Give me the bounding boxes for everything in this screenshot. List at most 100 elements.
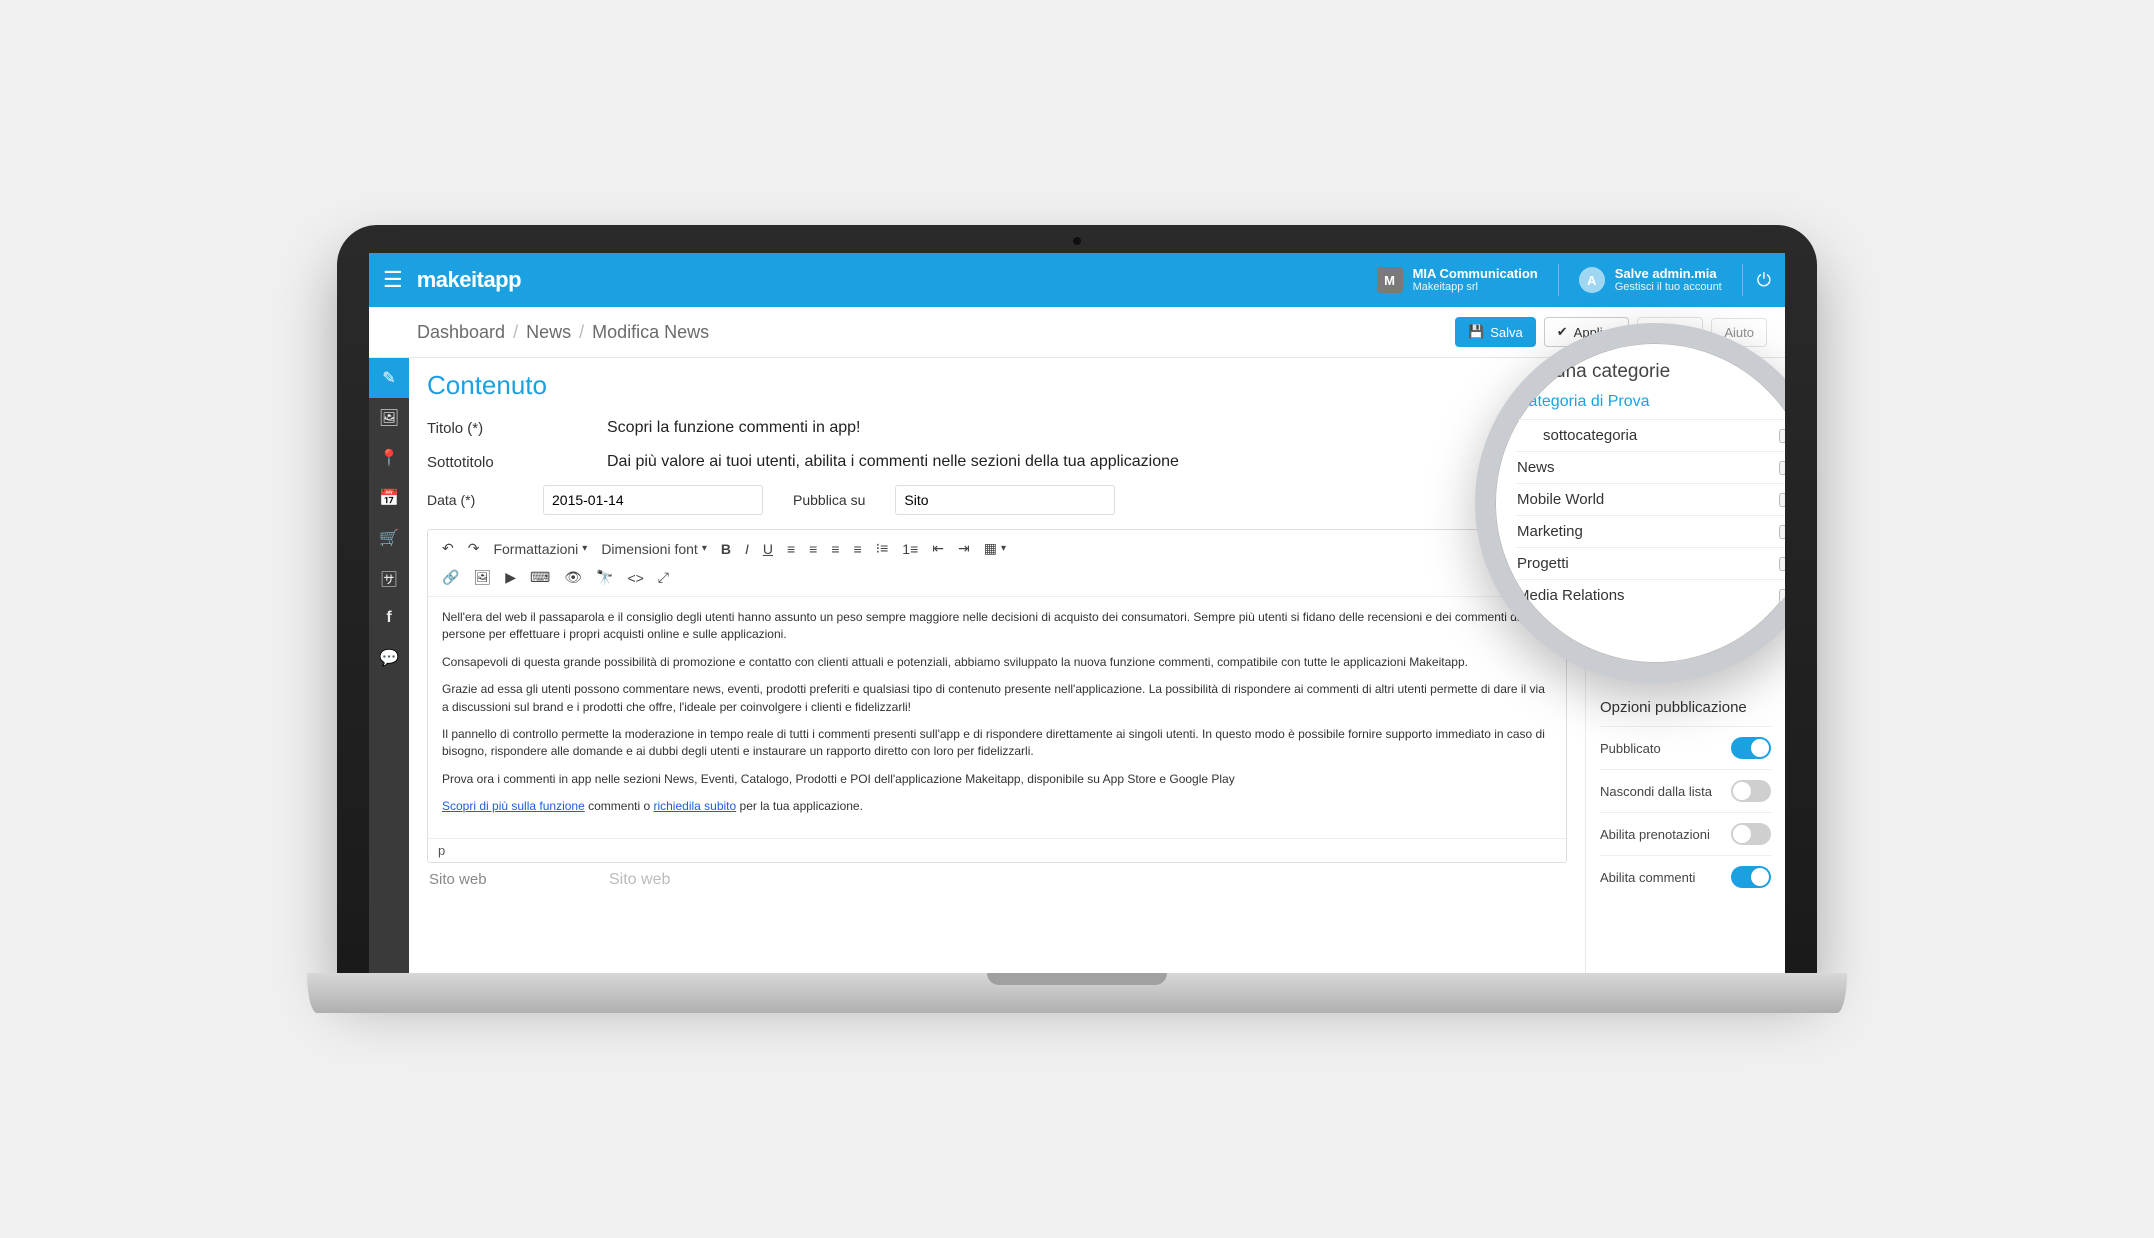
video-button[interactable]: ▶	[499, 565, 522, 590]
editor-status: p	[428, 838, 1566, 862]
align-justify-button[interactable]: ≡	[848, 537, 868, 561]
outdent-button[interactable]: ⇤	[926, 536, 950, 561]
align-center-button[interactable]: ≡	[803, 537, 823, 561]
undo-button[interactable]: ↶	[436, 536, 460, 561]
date-input[interactable]	[543, 485, 763, 515]
format-dropdown[interactable]: Formattazioni▾	[487, 537, 593, 561]
site-label: Sito web	[429, 871, 609, 888]
rail-comments[interactable]: 💬	[369, 638, 409, 678]
category-row[interactable]: Mobile World	[1517, 483, 1785, 515]
rail-image[interactable]: 🖼	[369, 398, 409, 438]
toggle-switch[interactable]	[1731, 866, 1771, 888]
fontsize-dropdown[interactable]: Dimensioni font▾	[595, 537, 713, 561]
breadcrumb-news[interactable]: News	[526, 322, 571, 343]
underline-button[interactable]: U	[757, 537, 779, 561]
toggle-switch[interactable]	[1731, 823, 1771, 845]
body-p: Prova ora i commenti in app nelle sezion…	[442, 771, 1552, 788]
preview-button[interactable]: 👁	[558, 565, 588, 590]
rail-translate[interactable]: 🈂	[369, 558, 409, 598]
rail-location[interactable]: 📍	[369, 438, 409, 478]
toggle-switch[interactable]	[1731, 737, 1771, 759]
source-button[interactable]: <>	[621, 566, 649, 590]
list-ul-button[interactable]: ⁝≡	[870, 536, 895, 561]
keyboard-button[interactable]: ⌨	[524, 565, 556, 590]
editor-toolbar: ↶ ↷ Formattazioni▾ Dimensioni font▾ B I …	[428, 530, 1566, 597]
category-label: Marketing	[1517, 523, 1583, 540]
title-row: Titolo (*) Scopri la funzione commenti i…	[427, 411, 1567, 445]
find-button[interactable]: 🔭	[590, 565, 619, 590]
editor-content[interactable]: Nell'era del web il passaparola e il con…	[428, 597, 1566, 838]
toggle-switch[interactable]	[1731, 780, 1771, 802]
rail-calendar[interactable]: 📅	[369, 478, 409, 518]
calendar-icon: 📅	[379, 488, 399, 508]
brand-logo[interactable]: makeitapp	[417, 267, 521, 293]
table-button[interactable]: ▦▾	[978, 536, 1012, 561]
option-label: Nascondi dalla lista	[1600, 784, 1712, 799]
keyboard-icon: ⌨	[530, 569, 550, 586]
image-button[interactable]: 🖼	[467, 565, 497, 590]
save-icon: 💾	[1468, 324, 1484, 340]
underline-icon: U	[763, 541, 773, 557]
site-row: Sito web Sito web	[427, 863, 1567, 897]
breadcrumb-dashboard[interactable]: Dashboard	[417, 322, 505, 343]
checkbox[interactable]	[1779, 493, 1785, 507]
subtitle-value[interactable]: Dai più valore ai tuoi utenti, abilita i…	[607, 453, 1567, 471]
save-label: Salva	[1490, 325, 1523, 340]
breadcrumb-sep: /	[513, 322, 518, 343]
list-ol-button[interactable]: 1≡	[896, 537, 924, 561]
category-row[interactable]: Media Relations	[1517, 579, 1785, 611]
user-menu[interactable]: A Salve admin.mia Gestisci il tuo accoun…	[1573, 266, 1728, 295]
checkbox[interactable]	[1779, 429, 1785, 443]
user-sub: Gestisci il tuo account	[1615, 281, 1722, 294]
italic-button[interactable]: I	[739, 537, 755, 561]
rail-edit[interactable]: ✎	[369, 358, 409, 398]
link-icon: 🔗	[442, 569, 459, 586]
check-icon: ✔	[1557, 324, 1568, 340]
checkbox[interactable]	[1779, 525, 1785, 539]
checkbox[interactable]	[1779, 589, 1785, 603]
save-button[interactable]: 💾 Salva	[1455, 317, 1536, 347]
category-row[interactable]: Progetti	[1517, 547, 1785, 579]
publish-options-heading: Opzioni pubblicazione	[1600, 699, 1771, 716]
align-right-button[interactable]: ≡	[825, 537, 845, 561]
menu-icon[interactable]: ☰	[383, 267, 403, 293]
image-icon: 🖼	[379, 408, 399, 428]
comment-icon: 💬	[379, 648, 399, 668]
org-name: MIA Communication	[1413, 266, 1538, 282]
learn-more-link[interactable]: Scopri di più sulla funzione	[442, 799, 585, 813]
title-value[interactable]: Scopri la funzione commenti in app!	[607, 419, 1567, 437]
org-switcher[interactable]: M MIA Communication Makeitapp srl	[1371, 266, 1544, 295]
date-publish-row: Data (*) Pubblica su Sito	[427, 479, 1567, 525]
publish-select[interactable]: Sito	[895, 485, 1115, 515]
outdent-icon: ⇤	[932, 540, 944, 557]
category-row[interactable]: News	[1517, 451, 1785, 483]
fullscreen-button[interactable]: ⤢	[652, 565, 675, 590]
checkbox[interactable]	[1779, 557, 1785, 571]
rail-facebook[interactable]: f	[369, 598, 409, 638]
site-value[interactable]: Sito web	[609, 871, 1565, 889]
category-row[interactable]: sottocategoria	[1517, 419, 1785, 451]
rail-cart[interactable]: 🛒	[369, 518, 409, 558]
eye-icon: 👁	[564, 569, 582, 586]
link-button[interactable]: 🔗	[436, 565, 465, 590]
checkbox[interactable]	[1779, 461, 1785, 475]
breadcrumb-current: Modifica News	[592, 322, 709, 343]
indent-button[interactable]: ⇥	[952, 536, 976, 561]
title-label: Titolo (*)	[427, 420, 607, 437]
divider	[1558, 264, 1559, 296]
bold-icon: B	[721, 541, 731, 557]
power-icon[interactable]: ⏻	[1757, 270, 1771, 291]
category-row[interactable]: Marketing	[1517, 515, 1785, 547]
redo-button[interactable]: ↷	[462, 536, 486, 561]
body-p: Il pannello di controllo permette la mod…	[442, 726, 1552, 761]
request-link[interactable]: richiedila subito	[653, 799, 736, 813]
category-group-head[interactable]: Categoria di Prova	[1517, 393, 1785, 411]
facebook-icon: f	[386, 609, 391, 627]
publish-option-row: Abilita prenotazioni	[1600, 812, 1771, 855]
align-left-button[interactable]: ≡	[781, 537, 801, 561]
body-p: Consapevoli di questa grande possibilità…	[442, 654, 1552, 671]
bold-button[interactable]: B	[715, 537, 737, 561]
section-title: Contenuto	[427, 370, 1567, 401]
list-ol-icon: 1≡	[902, 541, 918, 557]
body-p: Grazie ad essa gli utenti possono commen…	[442, 681, 1552, 716]
